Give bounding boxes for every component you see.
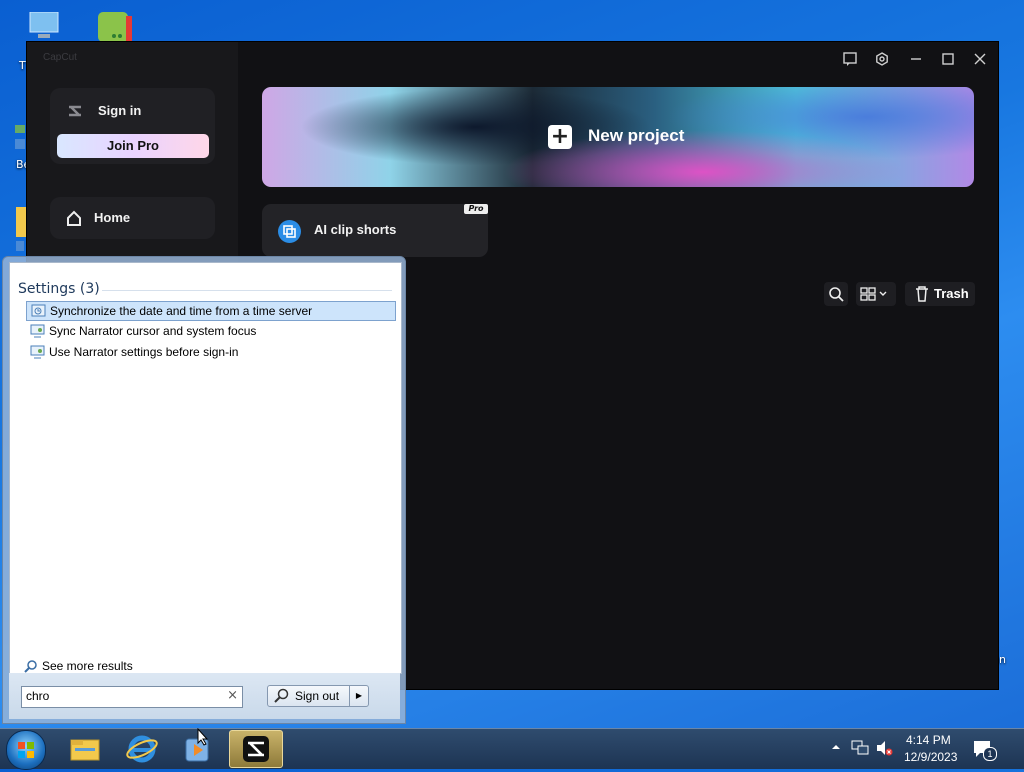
power-options-arrow[interactable]: ▶	[349, 686, 368, 706]
network-icon[interactable]	[851, 740, 869, 759]
result-label: Sync Narrator cursor and system focus	[49, 324, 257, 338]
search-input-value: chro	[26, 689, 50, 703]
settings-gear-icon[interactable]	[874, 52, 890, 68]
search-button[interactable]	[824, 282, 848, 306]
taskbar-file-explorer[interactable]	[58, 730, 112, 768]
view-toggle-button[interactable]	[856, 282, 896, 306]
taskbar: 4:14 PM 12/9/2023 1	[0, 728, 1024, 770]
folder-icon	[70, 739, 100, 761]
close-button[interactable]	[972, 52, 988, 68]
maximize-button[interactable]	[940, 52, 956, 68]
result-label: Synchronize the date and time from a tim…	[50, 304, 313, 318]
desktop-icon-label: n	[999, 653, 1006, 666]
capcut-logo-icon	[66, 102, 84, 120]
search-icon	[274, 688, 289, 703]
category-divider	[102, 290, 392, 291]
taskbar-capcut[interactable]	[229, 730, 283, 768]
computer-desktop-icon[interactable]	[28, 11, 60, 42]
join-pro-button[interactable]: Join Pro	[57, 134, 209, 158]
plus-icon: +	[548, 125, 572, 149]
app-title: CapCut	[43, 52, 77, 63]
taskbar-internet-explorer[interactable]	[115, 730, 169, 768]
see-more-label: See more results	[42, 659, 133, 673]
clock-date[interactable]: 12/9/2023	[904, 750, 957, 764]
sign-out-label: Sign out	[295, 689, 340, 703]
search-result-item[interactable]: Use Narrator settings before sign-in	[26, 343, 396, 363]
new-project-button[interactable]: + New project	[262, 87, 974, 187]
green-app-desktop-icon[interactable]	[96, 10, 134, 42]
new-project-label: New project	[588, 126, 685, 145]
mouse-cursor	[197, 727, 209, 749]
sign-in-card: Sign in Join Pro	[50, 88, 215, 164]
start-button[interactable]	[6, 730, 46, 770]
volume-muted-icon[interactable]	[876, 740, 894, 759]
internet-explorer-icon	[126, 735, 158, 763]
grid-view-icon	[860, 287, 887, 301]
capcut-logo-icon	[243, 736, 269, 762]
narrator-settings-icon	[30, 345, 45, 359]
search-icon	[829, 287, 844, 302]
ai-clip-shorts-button[interactable]: AI clip shorts Pro	[262, 204, 488, 257]
search-result-item[interactable]: Synchronize the date and time from a tim…	[26, 301, 396, 321]
narrator-settings-icon	[30, 324, 45, 338]
results-category-heading[interactable]: Settings (3)	[18, 281, 100, 297]
start-search-input[interactable]: chro ×	[21, 686, 243, 708]
windows-logo-icon	[18, 742, 34, 758]
sign-out-button[interactable]: Sign out ▶	[267, 685, 369, 707]
minimize-button[interactable]	[908, 52, 924, 68]
show-hidden-icons-button[interactable]	[831, 741, 841, 755]
clock-settings-icon	[31, 304, 46, 318]
start-menu-footer: chro × Sign out ▶	[9, 673, 400, 719]
home-icon	[66, 210, 82, 226]
desktop-icon-label: T	[19, 59, 26, 72]
search-result-item[interactable]: Sync Narrator cursor and system focus	[26, 322, 396, 342]
clear-search-icon[interactable]: ×	[227, 688, 238, 703]
trash-button[interactable]: Trash	[905, 282, 975, 306]
feedback-icon[interactable]	[842, 52, 858, 68]
pro-badge: Pro	[464, 204, 488, 214]
start-menu: Settings (3) Synchronize the date and ti…	[2, 256, 406, 724]
sidebar-item-label: Home	[94, 210, 131, 225]
sidebar-item-home[interactable]: Home	[50, 197, 215, 239]
action-center-button[interactable]: 1	[972, 739, 997, 761]
result-label: Use Narrator settings before sign-in	[49, 345, 239, 359]
search-icon	[24, 660, 37, 673]
ai-clip-label: AI clip shorts	[314, 222, 397, 237]
clock-time[interactable]: 4:14 PM	[906, 733, 951, 747]
ai-clip-icon	[278, 220, 301, 243]
search-results-panel: Settings (3) Synchronize the date and ti…	[9, 262, 402, 674]
sign-in-button[interactable]: Sign in	[98, 103, 141, 118]
notification-count-badge: 1	[983, 747, 997, 761]
trash-icon	[916, 286, 928, 302]
chevron-up-icon	[832, 745, 840, 749]
trash-label: Trash	[934, 286, 969, 301]
